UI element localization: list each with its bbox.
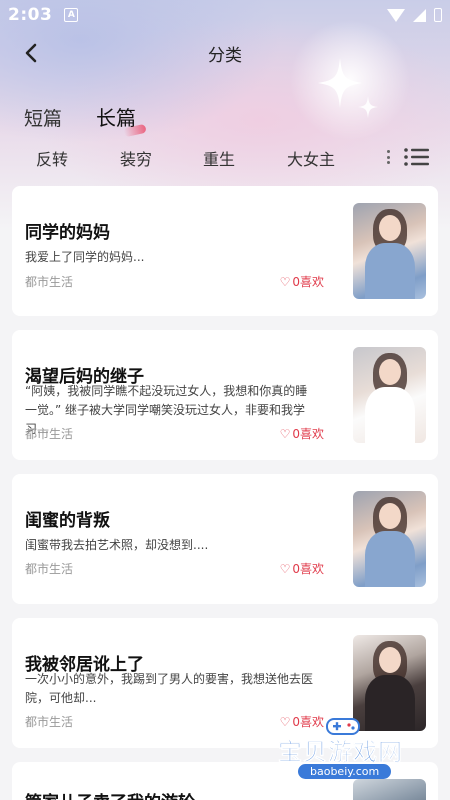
page-title: 分类 [208,45,242,66]
sub-tab-rebirth[interactable]: 重生 [203,146,235,170]
likes-label: 0喜欢 [292,275,324,289]
story-genre: 都市生活 [25,275,74,289]
story-title: 同学的妈妈 [25,223,110,243]
tab-long[interactable]: 长篇 [96,102,136,131]
back-button[interactable] [14,36,48,70]
likes-label: 0喜欢 [292,562,324,576]
story-description: 一次小小的意外，我踢到了男人的要害，我想送他去医院，可他却... [25,672,314,705]
watermark-logo: 宝贝游戏网 baobeiy.com [278,718,418,790]
story-genre: 都市生活 [25,427,74,441]
likes-count[interactable]: ♡ 0喜欢 [280,273,324,290]
notification-icon: A [64,8,79,22]
story-cover-image [353,203,426,299]
story-genre: 都市生活 [25,715,74,729]
story-cover-image [353,491,426,587]
watermark-text: 宝贝游戏网 [278,738,403,767]
story-cover-image [353,347,426,443]
heart-outline-icon: ♡ [279,274,291,289]
status-bar: 2:03 A [0,0,450,30]
likes-count[interactable]: ♡ 0喜欢 [280,560,324,577]
sparkle-small-icon [358,96,378,118]
story-card[interactable]: 渴望后妈的继子 “阿姨，我被同学瞧不起没玩过女人，我想和你真的睡一觉。” 继子被… [12,330,438,460]
sub-tabs: 反转 装穷 重生 大女主 [0,146,450,172]
story-title: 闺蜜的背叛 [25,511,110,531]
story-genre: 都市生活 [25,562,74,576]
story-title: 管家儿子卖了我的游轮 [25,788,195,800]
more-tabs-indicator [387,150,390,164]
chevron-left-icon [25,43,37,63]
status-time: 2:03 [8,5,53,25]
story-card[interactable]: 同学的妈妈 我爱上了同学的妈妈... 都市生活 ♡ 0喜欢 [12,186,438,316]
likes-count[interactable]: ♡ 0喜欢 [280,425,324,442]
heart-outline-icon: ♡ [279,714,291,729]
story-card[interactable]: 闺蜜的背叛 闺蜜带我去拍艺术照，却没想到.... 都市生活 ♡ 0喜欢 [12,474,438,604]
watermark-url: baobeiy.com [298,764,392,779]
nav-bar: 分类 [0,30,450,76]
signal-icon [413,8,426,22]
story-cover-image [353,635,426,731]
heart-outline-icon: ♡ [279,561,291,576]
wifi-icon [387,8,405,22]
likes-label: 0喜欢 [292,715,324,729]
likes-label: 0喜欢 [292,427,324,441]
battery-icon [434,8,442,22]
likes-count[interactable]: ♡ 0喜欢 [280,713,324,730]
story-description: 闺蜜带我去拍艺术照，却没想到.... [25,538,209,552]
main-tabs: 短篇 长篇 [24,102,136,131]
tab-short[interactable]: 短篇 [24,104,62,131]
sub-tab-heroine[interactable]: 大女主 [287,146,335,170]
list-icon[interactable] [403,146,429,168]
sub-tab-reversal[interactable]: 反转 [36,146,68,170]
story-description: 我爱上了同学的妈妈... [25,250,145,264]
heart-outline-icon: ♡ [279,426,291,441]
story-card[interactable]: 我被邻居讹上了 一次小小的意外，我踢到了男人的要害，我想送他去医院，可他却...… [12,618,438,748]
sub-tab-pretend-poor[interactable]: 装穷 [120,146,152,170]
